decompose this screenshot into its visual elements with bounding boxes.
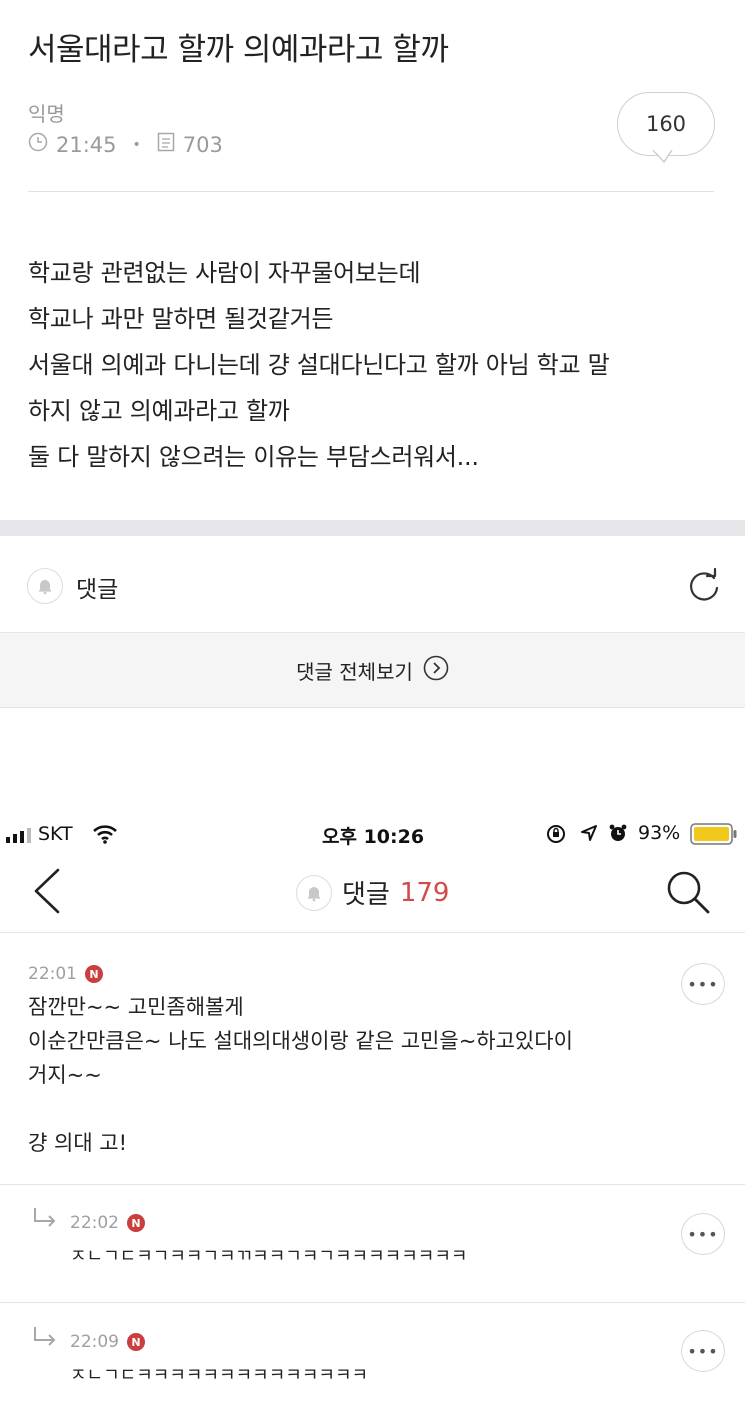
comment-time-value: 22:01 xyxy=(28,964,77,984)
reply-arrow-icon xyxy=(32,1206,58,1234)
post-meta: 21:45 • 703 xyxy=(28,132,223,157)
reply-time-value: 22:02 xyxy=(70,1213,119,1233)
new-badge: N xyxy=(127,1214,145,1232)
post-body-line: 학교랑 관련없는 사람이 자꾸물어보는데 xyxy=(28,259,421,287)
bell-icon[interactable] xyxy=(27,568,63,604)
view-all-comments-button[interactable]: 댓글 전체보기 xyxy=(0,632,745,708)
status-bar: SKT 오후 10:26 93% xyxy=(0,812,745,858)
comment-time: 22:01 N xyxy=(28,964,103,984)
search-icon[interactable] xyxy=(664,868,712,920)
comment-divider xyxy=(0,1302,745,1303)
meta-separator: • xyxy=(132,136,141,153)
post-body-line: 학교나 과만 말하면 될것같거든 xyxy=(28,305,334,333)
comments-label: 댓글 xyxy=(76,577,119,603)
alarm-icon xyxy=(608,823,628,848)
location-icon xyxy=(580,824,598,847)
comment-line xyxy=(28,1092,573,1126)
new-badge: N xyxy=(127,1333,145,1351)
reply-time-value: 22:09 xyxy=(70,1332,119,1352)
post-body-line: 하지 않고 의예과라고 할까 xyxy=(28,397,290,425)
section-divider-band xyxy=(0,520,745,536)
battery-percent: 93% xyxy=(638,822,681,844)
post-body: 학교랑 관련없는 사람이 자꾸물어보는데 학교나 과만 말하면 될것같거든 서울… xyxy=(28,250,610,480)
back-icon[interactable] xyxy=(30,868,64,918)
nav-title-label: 댓글 xyxy=(342,880,390,910)
reply-body: ㅈㄴㄱㄷㅋㄱㅋㅋㄱㅋㄲㅋㅋㄱㅋㄱㅋㅋㅋㅋㅋㅋㅋㅋ xyxy=(70,1246,468,1267)
reply-arrow-icon xyxy=(32,1325,58,1353)
nav-comment-count: 179 xyxy=(399,877,450,908)
refresh-icon[interactable] xyxy=(684,566,724,610)
post-title: 서울대라고 할까 의예과라고 할까 xyxy=(28,32,449,68)
wifi-icon xyxy=(92,824,118,849)
chevron-right-circle-icon xyxy=(423,655,449,686)
comment-body: 잠깐만~~ 고민좀해볼게 이순간만큼은~ 나도 설대의대생이랑 같은 고민을~하… xyxy=(28,990,573,1160)
more-options-button[interactable]: ••• xyxy=(681,963,725,1005)
new-badge: N xyxy=(85,965,103,983)
status-time: 오후 10:26 xyxy=(322,826,425,848)
comment-divider xyxy=(0,1184,745,1185)
header-divider xyxy=(28,191,714,192)
battery-icon xyxy=(690,823,738,850)
post-author: 익명 xyxy=(28,102,65,126)
reply-time: 22:02 N xyxy=(70,1213,145,1233)
bubble-tail-icon xyxy=(652,150,673,164)
bell-icon xyxy=(296,874,332,911)
comment-line: 잠깐만~~ 고민좀해볼게 xyxy=(28,995,244,1019)
post-time: 21:45 xyxy=(56,132,117,157)
comment-line: 이순간만큼은~ 나도 설대의대생이랑 같은 고민을~하고있다이 xyxy=(28,1029,573,1053)
comment-line: 걍 의대 고! xyxy=(28,1131,128,1155)
comment-count-bubble[interactable]: 160 xyxy=(617,92,715,156)
post-body-line: 서울대 의예과 다니는데 걍 설대다닌다고 할까 아님 학교 말 xyxy=(28,351,610,379)
reply-body: ㅈㄴㄱㄷㅋㅋㅋㅋㅋㅋㅋㅋㅋㅋㅋㅋㅋㅋ xyxy=(70,1365,369,1386)
views-icon xyxy=(157,132,175,157)
clock-icon xyxy=(28,132,48,157)
more-options-button[interactable]: ••• xyxy=(681,1330,725,1372)
reply-time: 22:09 N xyxy=(70,1332,145,1352)
nav-title: 댓글 179 xyxy=(296,874,449,911)
carrier-name: SKT xyxy=(38,823,73,845)
rotation-lock-icon xyxy=(546,824,566,849)
post-body-line: 둘 다 말하지 않으려는 이유는 부담스러워서... xyxy=(28,443,479,471)
view-all-label: 댓글 전체보기 xyxy=(296,659,413,684)
post-views: 703 xyxy=(182,132,223,157)
comment-line: 거지~~ xyxy=(28,1063,102,1087)
signal-icon xyxy=(6,826,34,848)
more-options-button[interactable]: ••• xyxy=(681,1213,725,1255)
